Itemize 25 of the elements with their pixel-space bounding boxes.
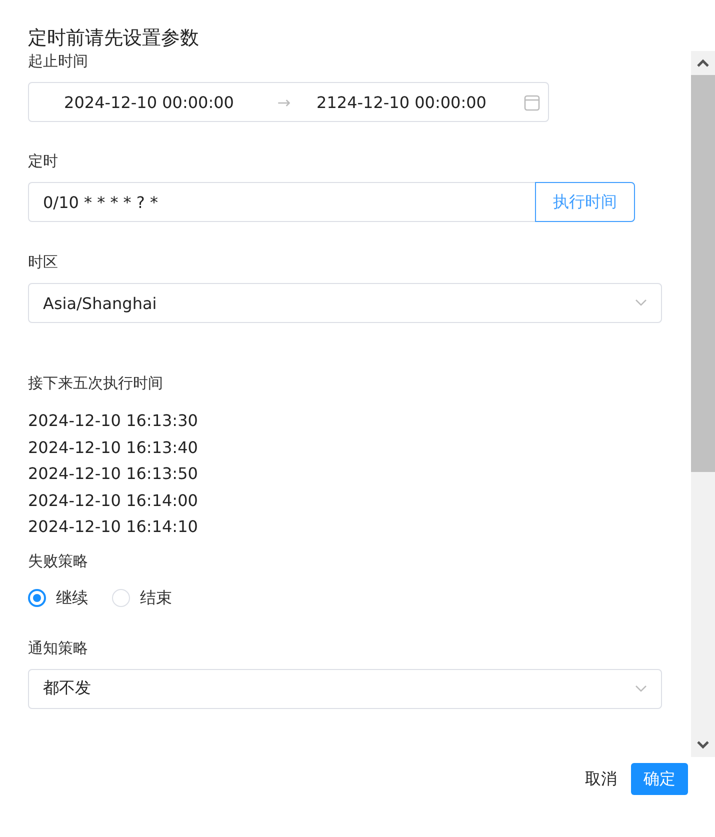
run-time: 2024-12-10 16:13:30 (28, 410, 199, 432)
field-label: 接下来五次执行时间 (28, 373, 164, 393)
dialog-title: 定时前请先设置参数 (27, 26, 200, 51)
field-label: 通知策略 (28, 638, 89, 658)
field-label: 起止时间 (28, 51, 89, 71)
date-range-field[interactable]: 2024-12-10 00:00:00 → 2124-12-10 00:00:00 (28, 82, 549, 122)
calendar-icon (524, 94, 540, 110)
radio-option[interactable]: 结束 (112, 588, 172, 609)
field-label: 定时 (28, 151, 59, 171)
scroll-down-icon (695, 739, 711, 751)
field-label: 时区 (28, 252, 59, 272)
scroll-up-icon (695, 57, 711, 69)
run-time: 2024-12-10 16:14:00 (28, 490, 199, 512)
cancel-button[interactable]: 取消 (581, 764, 621, 794)
run-time: 2024-12-10 16:13:40 (28, 436, 199, 459)
notify-strategy-select[interactable]: 都不发 (28, 668, 662, 709)
radio-option[interactable]: 继续 (28, 588, 88, 609)
scrollbar-thumb[interactable] (691, 75, 715, 472)
cron-input-field[interactable]: 0/10 * * * * ? * (28, 182, 535, 222)
chevron-down-icon (635, 299, 647, 307)
run-time: 2024-12-10 16:13:50 (28, 463, 199, 486)
field-label: 失败策略 (28, 550, 89, 571)
timezone-select[interactable]: Asia/Shanghai (28, 283, 662, 323)
chevron-down-icon (635, 684, 647, 693)
run-time: 2024-12-10 16:14:10 (28, 516, 199, 538)
